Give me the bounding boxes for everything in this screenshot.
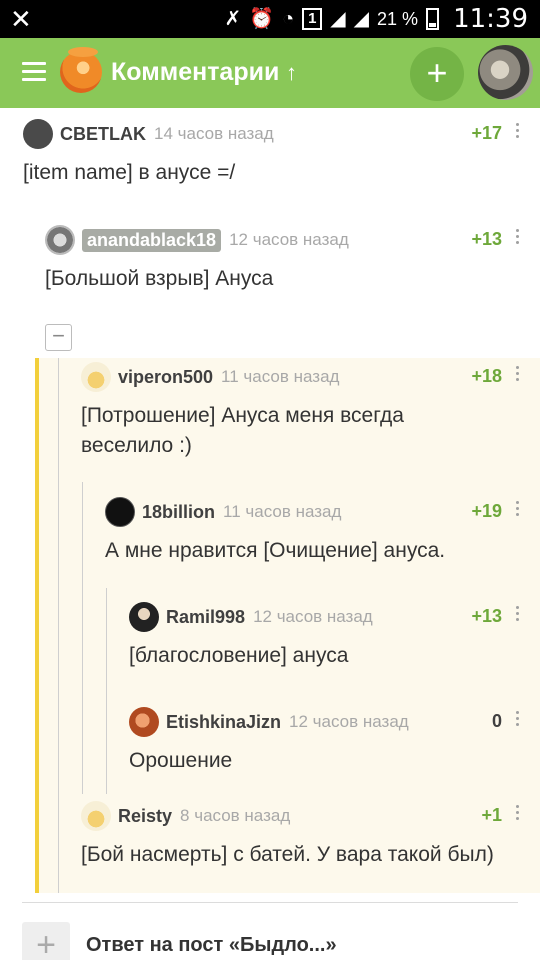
comment-author[interactable]: 18billion	[142, 502, 215, 523]
avatar[interactable]	[129, 707, 159, 737]
avatar[interactable]	[45, 225, 75, 255]
battery-icon	[426, 8, 440, 30]
comment-rating: +18	[471, 366, 502, 386]
comment-author[interactable]: CBETLAK	[60, 124, 146, 145]
sim-indicator: 1	[302, 8, 323, 30]
comment-text: [item name] в анусе =/	[23, 161, 236, 184]
comment-author[interactable]: EtishkinaJizn	[166, 712, 281, 733]
thread-line	[106, 588, 107, 794]
more-options-icon[interactable]	[516, 805, 522, 823]
comment-text: [Большой взрыв] Ануса	[45, 267, 274, 290]
alarm-icon: ⏰	[249, 8, 275, 30]
avatar[interactable]	[81, 801, 111, 831]
comment-time: 12 часов назад	[253, 607, 373, 626]
collapse-thread-button[interactable]: −	[45, 324, 72, 351]
more-options-icon[interactable]	[516, 366, 522, 384]
comment-text: Орошение	[129, 749, 233, 772]
signal-2-icon: ◢	[353, 8, 370, 30]
comment-rating: +1	[481, 805, 502, 825]
thread-line	[82, 482, 83, 794]
comment-author[interactable]: Reisty	[118, 806, 172, 827]
comment-time: 11 часов назад	[223, 502, 342, 521]
clock: 11:39	[453, 4, 528, 34]
add-button[interactable]: +	[410, 47, 464, 101]
avatar[interactable]	[81, 362, 111, 392]
comment-text: [Бой насмерть] с батей. У вара такой был…	[81, 843, 494, 866]
signal-icon: ◢	[330, 8, 346, 30]
pikabu-logo-icon	[60, 47, 102, 93]
comment-author[interactable]: anandablack18	[82, 228, 222, 252]
comment-time: 14 часов назад	[154, 124, 274, 143]
more-options-icon[interactable]	[516, 123, 522, 141]
wifi-icon: ◔	[282, 8, 295, 30]
arrow-up-icon[interactable]: ↑	[286, 60, 297, 86]
missed-call-icon: ✕	[10, 4, 32, 34]
menu-icon[interactable]	[22, 62, 46, 82]
user-avatar[interactable]	[478, 45, 533, 100]
comment-text-line: веселило :)	[81, 434, 192, 457]
more-options-icon[interactable]	[516, 606, 522, 624]
comment-time: 12 часов назад	[289, 712, 409, 731]
avatar[interactable]	[129, 602, 159, 632]
comment-time: 11 часов назад	[221, 367, 340, 386]
reply-post-link[interactable]: Ответ на пост «Быдло...»	[86, 934, 337, 957]
comment-rating: +19	[471, 501, 502, 521]
comment-rating: 0	[491, 711, 502, 731]
avatar[interactable]	[23, 119, 53, 149]
comment-text: [благословение] ануса	[129, 644, 349, 667]
comment-author[interactable]: viperon500	[118, 367, 213, 388]
comment-text-line: [Потрошение] Ануса меня всегда	[81, 404, 404, 427]
more-options-icon[interactable]	[516, 501, 522, 519]
page-title: Комментарии	[111, 58, 280, 86]
app-bar: Комментарии ↑ +	[0, 38, 540, 108]
comment-rating: +13	[471, 606, 502, 626]
more-options-icon[interactable]	[516, 229, 522, 247]
comment-rating: +17	[471, 123, 502, 143]
divider	[22, 902, 518, 903]
reply-plus-icon[interactable]: +	[22, 922, 70, 960]
thread-line	[58, 358, 59, 893]
avatar[interactable]	[105, 497, 135, 527]
battery-percent: 21 %	[377, 8, 419, 29]
comment-time: 12 часов назад	[229, 230, 349, 249]
status-bar: ✕ ✗ ⏰ ◔ 1 ◢ ◢ 21 % 11:39	[0, 0, 540, 38]
more-options-icon[interactable]	[516, 711, 522, 729]
comment-author[interactable]: Ramil998	[166, 607, 245, 628]
mute-icon: ✗	[224, 8, 242, 30]
comment-text: А мне нравится [Очищение] ануса.	[105, 539, 446, 562]
comment-time: 8 часов назад	[180, 806, 291, 825]
comment-rating: +13	[471, 229, 502, 249]
